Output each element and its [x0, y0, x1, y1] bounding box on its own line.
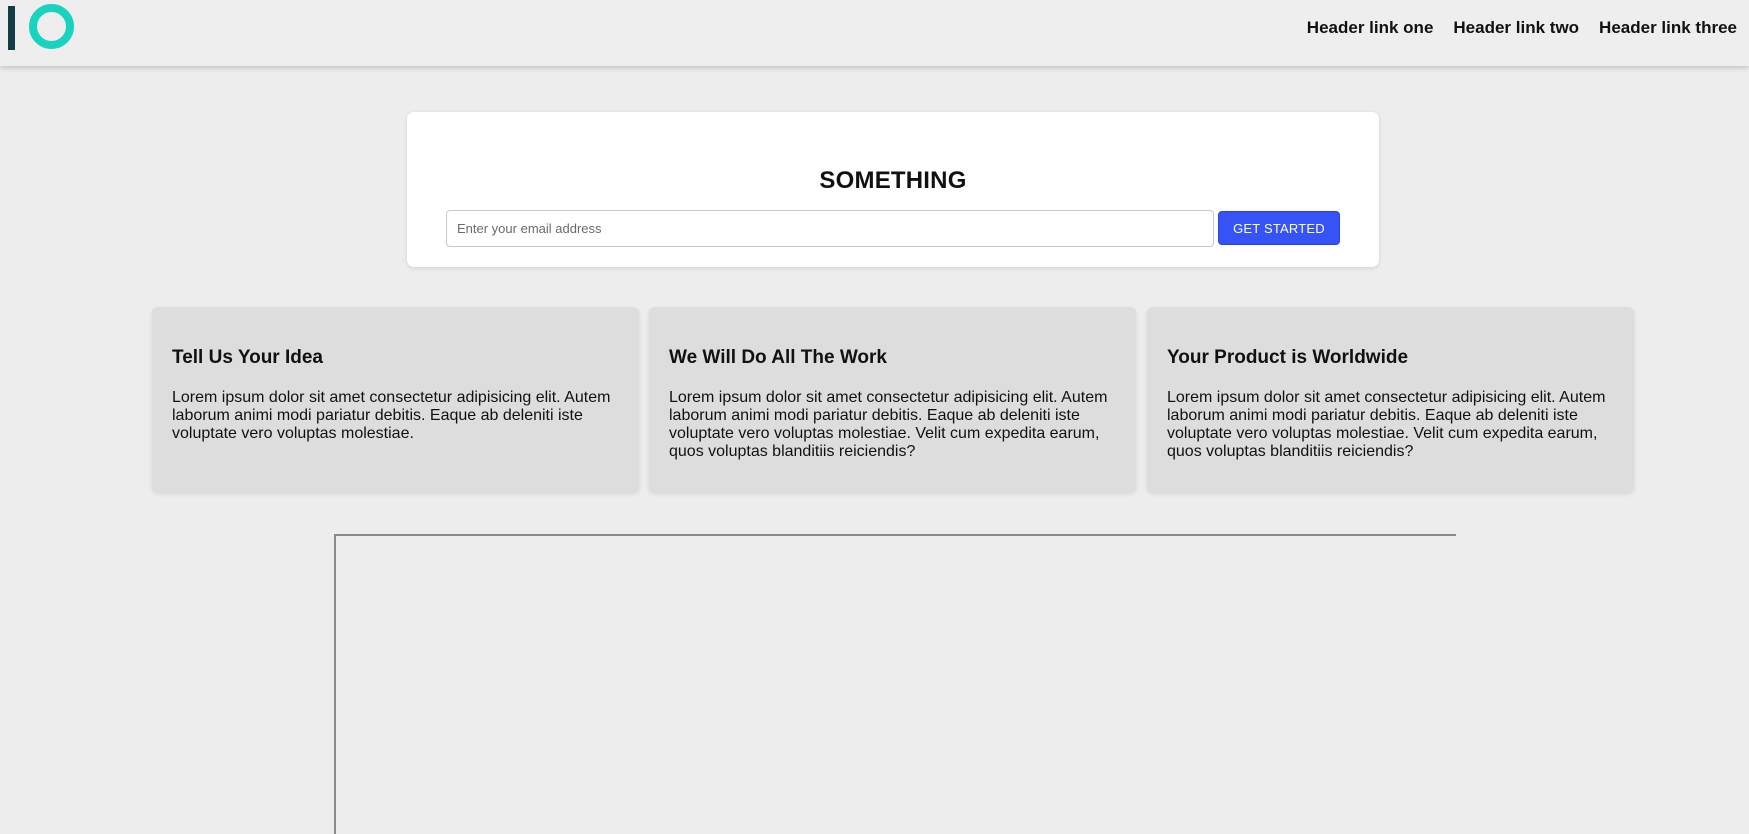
feature-title: Your Product is Worldwide — [1167, 347, 1409, 368]
header-link-one[interactable]: Header link one — [1307, 18, 1434, 38]
signup-title: SOMETHING — [819, 167, 967, 195]
header-nav: Header link one Header link two Header l… — [1307, 18, 1737, 38]
features-section: Tell Us Your Idea Lorem ipsum dolor sit … — [152, 307, 1634, 492]
feature-text: Lorem ipsum dolor sit amet consectetur a… — [669, 389, 1108, 460]
feature-text: Lorem ipsum dolor sit amet consectetur a… — [172, 389, 611, 442]
site-header: Header link one Header link two Header l… — [0, 0, 1749, 66]
get-started-button[interactable]: GET STARTED — [1218, 211, 1340, 245]
header-link-two[interactable]: Header link two — [1453, 18, 1579, 38]
header-link-three[interactable]: Header link three — [1599, 18, 1737, 38]
logo-ring — [29, 4, 74, 49]
logo-bar — [8, 6, 15, 50]
feature-title: Tell Us Your Idea — [172, 347, 323, 368]
feature-card: Your Product is Worldwide Lorem ipsum do… — [1147, 307, 1634, 492]
feature-card: Tell Us Your Idea Lorem ipsum dolor sit … — [152, 307, 639, 492]
io-logo-icon[interactable] — [6, 4, 76, 52]
feature-title: We Will Do All The Work — [669, 347, 887, 368]
feature-card: We Will Do All The Work Lorem ipsum dolo… — [649, 307, 1136, 492]
email-input[interactable] — [446, 210, 1214, 247]
signup-card: SOMETHING GET STARTED — [407, 112, 1379, 267]
feature-text: Lorem ipsum dolor sit amet consectetur a… — [1167, 389, 1606, 460]
content-frame — [334, 534, 1456, 834]
